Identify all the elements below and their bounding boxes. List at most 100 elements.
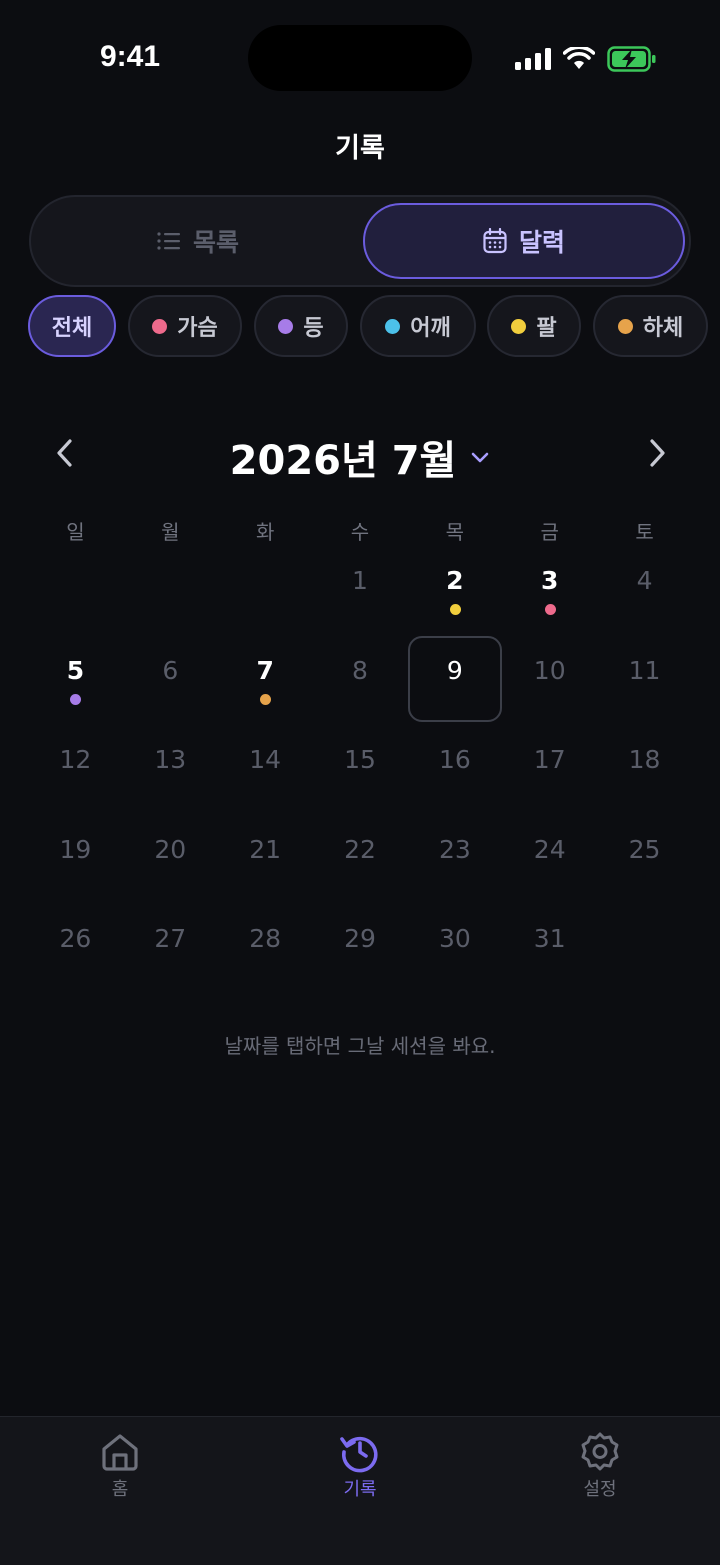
calendar-day-number: 6 xyxy=(162,655,179,685)
signal-icon xyxy=(515,48,551,70)
weekday-label: 토 xyxy=(635,520,654,544)
view-toggle: 목록 달력 xyxy=(29,195,691,287)
list-view-tab[interactable]: 목록 xyxy=(37,203,359,279)
filter-chip-back[interactable]: 등 xyxy=(254,295,348,357)
filter-chip-shoulder[interactable]: 어깨 xyxy=(360,295,476,357)
calendar-day[interactable]: 7 xyxy=(218,636,312,722)
calendar-day[interactable]: 15 xyxy=(313,725,407,811)
arm-color-dot xyxy=(511,318,527,334)
chevron-down-icon xyxy=(472,452,489,463)
calendar-day-number: 8 xyxy=(352,655,368,685)
weekday-label: 금 xyxy=(540,520,559,544)
calendar-day-today[interactable]: 9 xyxy=(407,635,502,722)
calendar-day[interactable]: 18 xyxy=(598,725,692,811)
calendar-day[interactable]: 25 xyxy=(598,815,692,901)
tab-settings[interactable]: 설정 xyxy=(540,1431,660,1501)
calendar-day-number: 29 xyxy=(344,924,376,953)
calendar-day[interactable]: 16 xyxy=(408,725,502,811)
legs-color-dot xyxy=(617,318,633,334)
calendar-day[interactable]: 20 xyxy=(123,815,217,901)
calendar-day-number: 4 xyxy=(636,566,653,595)
weekday-label: 월 xyxy=(161,520,180,544)
calendar-day[interactable]: 8 xyxy=(313,636,407,722)
workout-dot xyxy=(70,693,82,705)
chevron-right-icon xyxy=(650,439,665,467)
month-selector[interactable]: 2026년 7월 xyxy=(0,428,720,486)
calendar-day-number: 30 xyxy=(438,924,471,953)
calendar-day[interactable]: 17 xyxy=(503,725,597,811)
calendar-day-number: 12 xyxy=(59,745,92,774)
dynamic-island xyxy=(248,25,472,91)
calendar-day[interactable]: 10 xyxy=(503,636,597,722)
calendar-day-number: 9 xyxy=(446,655,463,685)
workout-dot xyxy=(544,604,556,615)
page-title: 기록 xyxy=(335,133,385,164)
month-label: 2026년 7월 xyxy=(229,438,457,484)
calendar-day-number: 13 xyxy=(154,745,187,774)
calendar-day[interactable]: 31 xyxy=(503,904,597,990)
calendar-day[interactable]: 11 xyxy=(598,636,692,722)
filter-chip-label: 전체 xyxy=(51,316,93,341)
calendar-day-number: 14 xyxy=(249,745,282,774)
list-icon xyxy=(157,232,180,250)
calendar-day-number: 16 xyxy=(438,745,471,774)
calendar-day[interactable]: 29 xyxy=(313,904,407,990)
workout-dot xyxy=(260,693,272,705)
tab-history-label: 기록 xyxy=(343,1479,377,1500)
calendar-day[interactable]: 21 xyxy=(218,815,312,901)
calendar-day[interactable]: 30 xyxy=(408,904,502,990)
calendar-day-number: 11 xyxy=(628,655,661,685)
gear-icon xyxy=(581,1432,619,1471)
calendar-day-number: 10 xyxy=(533,655,566,685)
filter-chip-label: 하체 xyxy=(642,316,684,341)
calendar-day[interactable]: 26 xyxy=(28,904,122,990)
calendar-day[interactable]: 1 xyxy=(313,546,407,632)
calendar-day[interactable]: 6 xyxy=(123,636,217,722)
calendar-day[interactable]: 19 xyxy=(28,815,122,901)
filter-chip-legs[interactable]: 하체 xyxy=(593,295,708,357)
tab-history[interactable]: 기록 xyxy=(300,1431,420,1501)
calendar-view-tab[interactable]: 달력 xyxy=(363,203,685,279)
calendar-day[interactable]: 22 xyxy=(313,815,407,901)
status-bar: 9:41 xyxy=(0,0,720,110)
wifi-icon xyxy=(563,47,595,69)
filter-chip-label: 등 xyxy=(303,316,324,341)
filter-chip-arm[interactable]: 팔 xyxy=(487,295,581,357)
calendar-day[interactable]: 5 xyxy=(28,636,122,722)
calendar-day[interactable]: 12 xyxy=(28,725,122,811)
weekday-header: 일 월 화 수 목 금 토 xyxy=(28,516,692,545)
calendar-day-number: 1 xyxy=(352,566,368,595)
calendar-day[interactable]: 4 xyxy=(598,546,692,632)
calendar-day[interactable]: 28 xyxy=(218,904,312,990)
calendar-icon xyxy=(483,228,507,254)
tab-home[interactable]: 홈 xyxy=(60,1431,180,1501)
filter-chip-label: 팔 xyxy=(536,316,557,341)
calendar-day[interactable]: 24 xyxy=(503,815,597,901)
calendar-day-number: 24 xyxy=(533,834,566,864)
calendar-day[interactable]: 14 xyxy=(218,725,312,811)
status-time: 9:41 xyxy=(100,40,161,73)
calendar-view-label: 달력 xyxy=(518,228,565,257)
calendar-day-number: 31 xyxy=(533,924,566,953)
calendar-day-number: 23 xyxy=(438,834,471,864)
calendar-hint: 날짜를 탭하면 그날 세션을 봐요. xyxy=(224,1034,496,1058)
tab-bar: 홈 기록 설정 xyxy=(0,1416,720,1565)
weekday-label: 수 xyxy=(350,520,370,544)
calendar-day-number: 22 xyxy=(344,834,376,864)
calendar-day-number: 3 xyxy=(541,566,559,595)
calendar-day-number: 28 xyxy=(249,924,282,953)
calendar-day[interactable]: 13 xyxy=(123,725,217,811)
calendar-day-number: 15 xyxy=(344,745,376,774)
next-month-button[interactable] xyxy=(640,435,672,471)
filter-chip-chest[interactable]: 가슴 xyxy=(128,295,242,357)
calendar-day[interactable]: 2 xyxy=(408,546,502,632)
calendar-day[interactable]: 23 xyxy=(408,815,502,901)
workout-dot xyxy=(449,604,461,615)
filter-chip-all[interactable]: 전체 xyxy=(28,295,116,357)
back-color-dot xyxy=(278,318,294,334)
calendar-day[interactable]: 27 xyxy=(123,904,217,990)
weekday-label: 일 xyxy=(66,520,85,544)
filter-chip-label: 가슴 xyxy=(177,316,218,341)
calendar-day[interactable]: 3 xyxy=(503,546,597,632)
calendar-day-number: 2 xyxy=(446,566,464,595)
